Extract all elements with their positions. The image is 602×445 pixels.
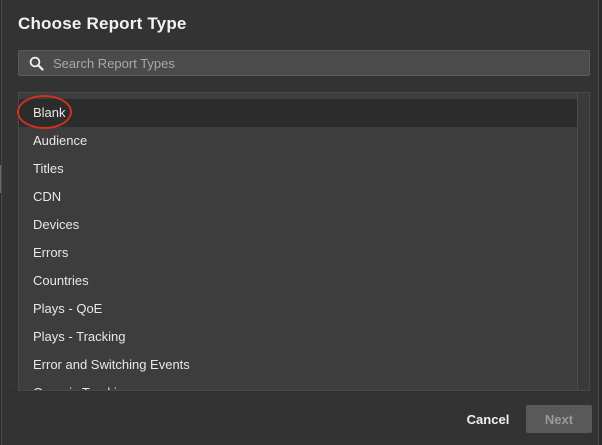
list-item-label: Devices bbox=[33, 217, 80, 232]
search-icon bbox=[19, 50, 53, 76]
list-item[interactable]: Plays - QoE bbox=[19, 295, 577, 323]
list-item[interactable]: CDN bbox=[19, 183, 577, 211]
search-input[interactable] bbox=[53, 51, 589, 75]
list-scrollbar[interactable] bbox=[577, 93, 589, 390]
list-item[interactable]: Error and Switching Events bbox=[19, 351, 577, 379]
highlight-circle-annotation bbox=[17, 95, 72, 129]
dialog-title: Choose Report Type bbox=[18, 14, 187, 33]
list-item-label: Titles bbox=[33, 161, 64, 176]
list-item-label: Audience bbox=[33, 133, 88, 148]
list-item[interactable]: Blank bbox=[19, 99, 577, 127]
list-item[interactable]: Audience bbox=[19, 127, 577, 155]
list-item[interactable]: Countries bbox=[19, 267, 577, 295]
report-type-list: Blank Audience Titles CDN Devices Errors Count… bbox=[18, 92, 590, 391]
list-item[interactable]: Titles bbox=[19, 155, 577, 183]
footer-divider bbox=[2, 391, 598, 392]
list-item-label: Plays - Tracking bbox=[33, 329, 126, 344]
list-item-label: Countries bbox=[33, 273, 89, 288]
search-box[interactable] bbox=[18, 50, 590, 76]
list-item[interactable]: Organic Tracking bbox=[19, 379, 577, 390]
list-item-label: Plays - QoE bbox=[33, 301, 103, 316]
list-item[interactable]: Devices bbox=[19, 211, 577, 239]
next-button[interactable]: Next bbox=[526, 405, 592, 433]
cancel-button[interactable]: Cancel bbox=[458, 405, 518, 433]
choose-report-type-dialog: Choose Report Type Blank Audience Titles CD… bbox=[1, 0, 599, 445]
list-item-label: Error and Switching Events bbox=[33, 357, 190, 372]
list-item-label: CDN bbox=[33, 189, 62, 204]
list-item[interactable]: Plays - Tracking bbox=[19, 323, 577, 351]
list-item[interactable]: Errors bbox=[19, 239, 577, 267]
list-item-label: Errors bbox=[33, 245, 69, 260]
